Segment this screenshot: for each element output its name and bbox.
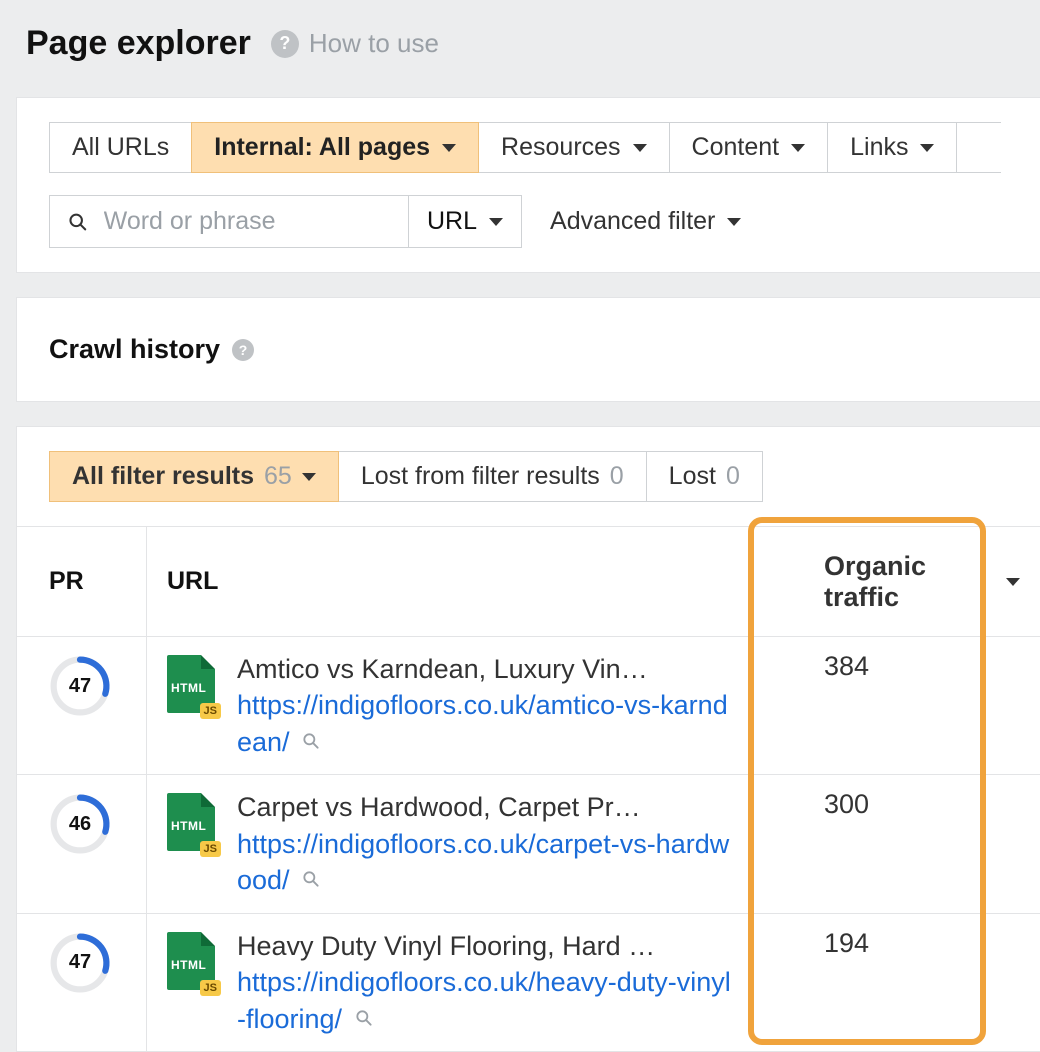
js-badge-icon: JS bbox=[200, 841, 221, 857]
tab-row: All URLs Internal: All pages Resources C… bbox=[49, 122, 1040, 173]
page-url-link[interactable]: https://indigofloors.co.uk/amtico-vs-kar… bbox=[237, 687, 737, 760]
col-header-url[interactable]: URL bbox=[147, 553, 810, 610]
chevron-down-icon bbox=[302, 473, 316, 481]
pr-badge: 46 bbox=[49, 793, 111, 855]
pr-value: 46 bbox=[49, 793, 111, 855]
tab-label: Internal: All pages bbox=[214, 133, 430, 162]
crawl-history-panel: Crawl history ? bbox=[16, 297, 1040, 402]
tab-label: Content bbox=[692, 133, 780, 162]
inspect-icon[interactable] bbox=[354, 1001, 374, 1037]
page-url-link[interactable]: https://indigofloors.co.uk/heavy-duty-vi… bbox=[237, 964, 737, 1037]
chevron-down-icon bbox=[442, 144, 456, 152]
chevron-down-icon bbox=[920, 144, 934, 152]
html-file-icon: HTML JS bbox=[167, 655, 215, 715]
html-file-icon: HTML JS bbox=[167, 793, 215, 853]
sort-desc-icon bbox=[1006, 578, 1020, 586]
pr-value: 47 bbox=[49, 655, 111, 717]
organic-traffic-value: 384 bbox=[810, 637, 1040, 696]
subtab-label: Lost bbox=[669, 462, 716, 491]
search-scope-select[interactable]: URL bbox=[409, 195, 522, 248]
page-title: Page explorer bbox=[26, 24, 251, 63]
page-url-link[interactable]: https://indigofloors.co.uk/carpet-vs-har… bbox=[237, 826, 737, 899]
chevron-down-icon bbox=[489, 218, 503, 226]
pr-badge: 47 bbox=[49, 932, 111, 994]
organic-traffic-value: 194 bbox=[810, 914, 1040, 973]
pr-badge: 47 bbox=[49, 655, 111, 717]
results-panel: All filter results 65 Lost from filter r… bbox=[16, 426, 1040, 1052]
col-header-organic-traffic[interactable]: Organic traffic bbox=[810, 537, 1040, 627]
filter-panel: All URLs Internal: All pages Resources C… bbox=[16, 97, 1040, 273]
subtab-count: 0 bbox=[726, 462, 740, 491]
select-label: URL bbox=[427, 207, 477, 236]
tab-label: All URLs bbox=[72, 133, 169, 162]
chevron-down-icon bbox=[791, 144, 805, 152]
help-icon: ? bbox=[271, 30, 299, 58]
tab-more[interactable] bbox=[956, 122, 1001, 173]
js-badge-icon: JS bbox=[200, 703, 221, 719]
js-badge-icon: JS bbox=[200, 980, 221, 996]
how-to-use-label: How to use bbox=[309, 28, 439, 59]
pr-value: 47 bbox=[49, 932, 111, 994]
organic-traffic-value: 300 bbox=[810, 775, 1040, 834]
how-to-use-link[interactable]: ? How to use bbox=[271, 28, 439, 59]
crawl-history-title: Crawl history bbox=[49, 334, 220, 365]
inspect-icon[interactable] bbox=[301, 862, 321, 898]
tab-internal[interactable]: Internal: All pages bbox=[191, 122, 479, 173]
chevron-down-icon bbox=[727, 218, 741, 226]
tab-resources[interactable]: Resources bbox=[478, 122, 670, 173]
subtab-count: 0 bbox=[610, 462, 624, 491]
subtab-lost-from-filter[interactable]: Lost from filter results 0 bbox=[338, 451, 647, 502]
inspect-icon[interactable] bbox=[301, 724, 321, 760]
page-title-text: Carpet vs Hardwood, Carpet Pr… bbox=[237, 789, 737, 825]
search-box bbox=[49, 195, 409, 248]
table-row: 46 HTML JS Carpet vs Hardwood, Carpet Pr… bbox=[17, 775, 1040, 913]
chevron-down-icon bbox=[633, 144, 647, 152]
subtab-label: All filter results bbox=[72, 462, 254, 491]
subtab-count: 65 bbox=[264, 462, 292, 491]
html-file-icon: HTML JS bbox=[167, 932, 215, 992]
col-header-pr[interactable]: PR bbox=[17, 527, 147, 636]
advanced-filter-button[interactable]: Advanced filter bbox=[550, 207, 741, 236]
tab-label: Resources bbox=[501, 133, 621, 162]
advanced-filter-label: Advanced filter bbox=[550, 207, 715, 236]
tab-all-urls[interactable]: All URLs bbox=[49, 122, 192, 173]
help-icon[interactable]: ? bbox=[232, 339, 254, 361]
tab-content[interactable]: Content bbox=[669, 122, 829, 173]
table-row: 47 HTML JS Amtico vs Karndean, Luxury Vi… bbox=[17, 637, 1040, 775]
search-icon bbox=[68, 211, 88, 233]
subtab-label: Lost from filter results bbox=[361, 462, 600, 491]
results-table: PR URL Organic traffic 47 HTML JS bbox=[17, 526, 1040, 1051]
search-input[interactable] bbox=[102, 206, 390, 237]
page-title-text: Amtico vs Karndean, Luxury Vin… bbox=[237, 651, 737, 687]
subtab-all-filter-results[interactable]: All filter results 65 bbox=[49, 451, 339, 502]
subtab-lost[interactable]: Lost 0 bbox=[646, 451, 763, 502]
tab-label: Links bbox=[850, 133, 908, 162]
page-title-text: Heavy Duty Vinyl Flooring, Hard … bbox=[237, 928, 737, 964]
table-row: 47 HTML JS Heavy Duty Vinyl Flooring, Ha… bbox=[17, 914, 1040, 1051]
table-header: PR URL Organic traffic bbox=[17, 527, 1040, 637]
results-subtabs: All filter results 65 Lost from filter r… bbox=[49, 451, 1040, 502]
tab-links[interactable]: Links bbox=[827, 122, 957, 173]
